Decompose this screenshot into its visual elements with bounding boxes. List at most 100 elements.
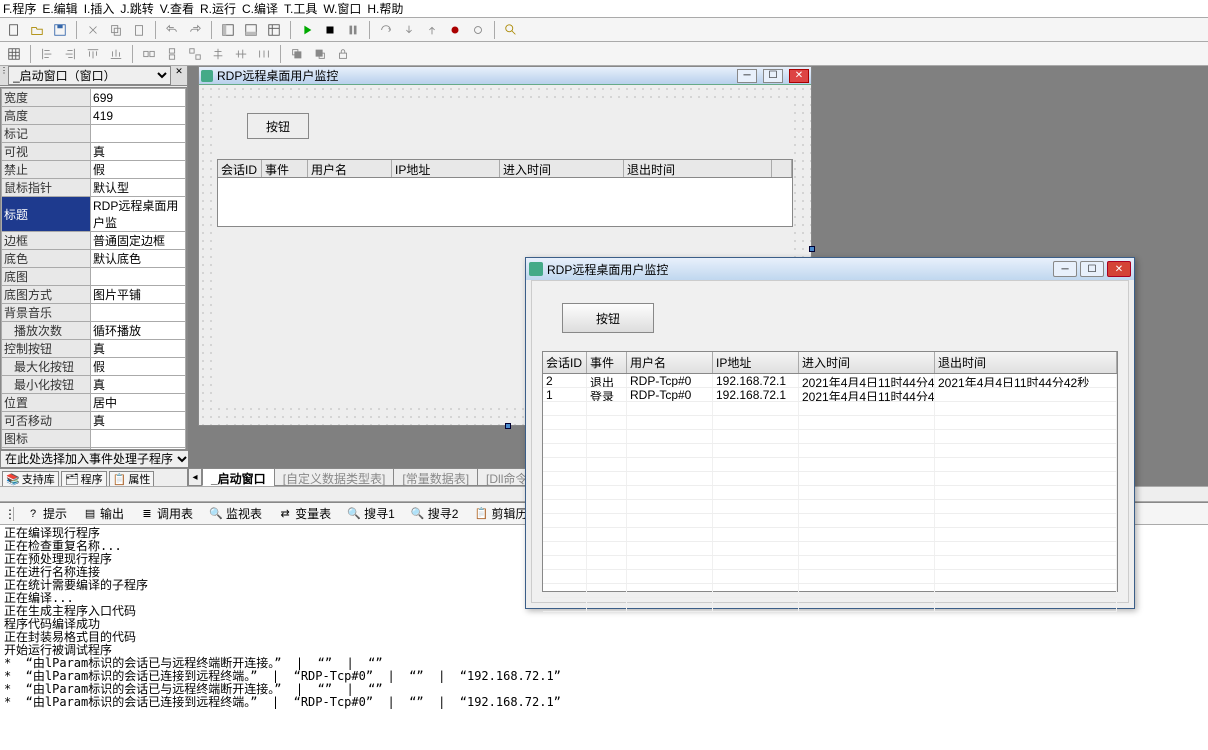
col-session-id[interactable]: 会话ID (218, 160, 262, 177)
cut-icon[interactable] (83, 20, 103, 40)
col-event[interactable]: 事件 (262, 160, 308, 177)
align-bottom-icon[interactable] (106, 44, 126, 64)
prop-value[interactable]: 真 (91, 376, 186, 394)
new-icon[interactable] (4, 20, 24, 40)
prop-key[interactable]: 底图 (2, 268, 91, 286)
design-listview[interactable]: 会话ID 事件 用户名 IP地址 进入时间 退出时间 (217, 159, 793, 227)
menu-program[interactable]: F.程序 (3, 0, 36, 17)
prop-key[interactable]: 控制按钮 (2, 340, 91, 358)
prop-key[interactable]: 位置 (2, 394, 91, 412)
tab-output[interactable]: ▤输出 (79, 503, 128, 524)
prop-value[interactable]: 假 (91, 161, 186, 179)
prop-key[interactable]: 背景音乐 (2, 304, 91, 322)
close-pane-icon[interactable]: ✕ (171, 66, 187, 85)
tab-find1[interactable]: 🔍搜寻1 (343, 503, 399, 524)
prop-value[interactable]: 真 (91, 412, 186, 430)
prop-key[interactable]: 底图方式 (2, 286, 91, 304)
toggle-1-icon[interactable] (218, 20, 238, 40)
resize-handle-s[interactable] (505, 423, 511, 429)
col-session-id[interactable]: 会话ID (543, 352, 587, 373)
tab-callstack[interactable]: ≣调用表 (136, 503, 197, 524)
prop-key[interactable]: 边框 (2, 232, 91, 250)
runtime-button[interactable]: 按钮 (562, 303, 654, 333)
prop-value[interactable]: 循环播放 (91, 322, 186, 340)
bring-front-icon[interactable] (287, 44, 307, 64)
menu-run[interactable]: R.运行 (200, 0, 236, 17)
col-user[interactable]: 用户名 (308, 160, 392, 177)
event-selector[interactable]: 在此处选择加入事件处理子程序 (0, 450, 191, 468)
maximize-button[interactable]: ☐ (1080, 261, 1104, 277)
prop-value[interactable] (91, 268, 186, 286)
open-icon[interactable] (27, 20, 47, 40)
prop-value[interactable]: 图片平铺 (91, 286, 186, 304)
copy-icon[interactable] (106, 20, 126, 40)
property-grid[interactable]: 宽度699高度419标记可视真禁止假鼠标指针默认型标题RDP远程桌面用户监边框普… (0, 87, 187, 450)
spacing-h-icon[interactable] (254, 44, 274, 64)
prop-key[interactable]: 可视 (2, 143, 91, 161)
toggle-3-icon[interactable] (264, 20, 284, 40)
close-button[interactable]: ✕ (1107, 261, 1131, 277)
toggle-2-icon[interactable] (241, 20, 261, 40)
prop-key[interactable]: 标记 (2, 125, 91, 143)
tab-vars[interactable]: ⇄变量表 (274, 503, 335, 524)
align-left-icon[interactable] (37, 44, 57, 64)
tab-find2[interactable]: 🔍搜寻2 (407, 503, 463, 524)
col-enter-time[interactable]: 进入时间 (500, 160, 624, 177)
save-icon[interactable] (50, 20, 70, 40)
prop-key[interactable]: 播放次数 (2, 322, 91, 340)
align-top-icon[interactable] (83, 44, 103, 64)
tabs-scroll-left-icon[interactable]: ◂ (188, 468, 202, 486)
prop-key[interactable]: 底色 (2, 250, 91, 268)
menu-tools[interactable]: T.工具 (284, 0, 317, 17)
step-into-icon[interactable] (399, 20, 419, 40)
close-icon[interactable]: ✕ (789, 69, 809, 83)
step-out-icon[interactable] (422, 20, 442, 40)
prop-key[interactable]: 可否移动 (2, 412, 91, 430)
stop-icon[interactable] (320, 20, 340, 40)
prop-value[interactable] (91, 430, 186, 448)
table-row[interactable]: 2退出RDP-Tcp#0192.168.72.12021年4月4日11时44分4… (543, 374, 1117, 388)
design-button[interactable]: 按钮 (247, 113, 309, 139)
resize-handle-e[interactable] (809, 246, 815, 252)
center-h-icon[interactable] (208, 44, 228, 64)
pause-icon[interactable] (343, 20, 363, 40)
menu-window[interactable]: W.窗口 (323, 0, 361, 17)
col-exit-time[interactable]: 退出时间 (624, 160, 772, 177)
prop-key[interactable]: 高度 (2, 107, 91, 125)
maximize-icon[interactable]: ☐ (763, 69, 783, 83)
tab-watch[interactable]: 🔍监视表 (205, 503, 266, 524)
step-over-icon[interactable] (376, 20, 396, 40)
prop-key[interactable]: 宽度 (2, 89, 91, 107)
tab-hint[interactable]: ?提示 (22, 503, 71, 524)
same-width-icon[interactable] (139, 44, 159, 64)
prop-value[interactable] (91, 304, 186, 322)
col-event[interactable]: 事件 (587, 352, 627, 373)
col-ip[interactable]: IP地址 (392, 160, 500, 177)
prop-value[interactable]: 真 (91, 143, 186, 161)
menu-help[interactable]: H.帮助 (367, 0, 403, 17)
tab-support-lib[interactable]: 📚支持库 (2, 471, 59, 486)
col-user[interactable]: 用户名 (627, 352, 713, 373)
align-right-icon[interactable] (60, 44, 80, 64)
breakpoint-icon[interactable] (445, 20, 465, 40)
menu-insert[interactable]: I.插入 (84, 0, 115, 17)
prop-key[interactable]: 禁止 (2, 161, 91, 179)
prop-value[interactable]: RDP远程桌面用户监 (91, 197, 186, 232)
run-icon[interactable] (297, 20, 317, 40)
redo-icon[interactable] (185, 20, 205, 40)
prop-value[interactable]: 默认底色 (91, 250, 186, 268)
pane-grip[interactable]: ⋮ (0, 66, 8, 85)
minimize-button[interactable]: ─ (1053, 261, 1077, 277)
tab-constants[interactable]: [常量数据表] (393, 468, 478, 486)
tab-properties[interactable]: 📋属性 (109, 471, 155, 486)
paste-icon[interactable] (129, 20, 149, 40)
runtime-window[interactable]: RDP远程桌面用户监控 ─ ☐ ✕ 按钮 会话ID 事件 用户名 IP地址 进入… (525, 257, 1135, 609)
col-ip[interactable]: IP地址 (713, 352, 799, 373)
menu-compile[interactable]: C.编译 (242, 0, 278, 17)
menu-edit[interactable]: E.编辑 (42, 0, 77, 17)
prop-value[interactable]: 假 (91, 358, 186, 376)
prop-key[interactable]: 图标 (2, 430, 91, 448)
prop-value[interactable]: 默认型 (91, 179, 186, 197)
col-enter-time[interactable]: 进入时间 (799, 352, 935, 373)
prop-value[interactable]: 699 (91, 89, 186, 107)
